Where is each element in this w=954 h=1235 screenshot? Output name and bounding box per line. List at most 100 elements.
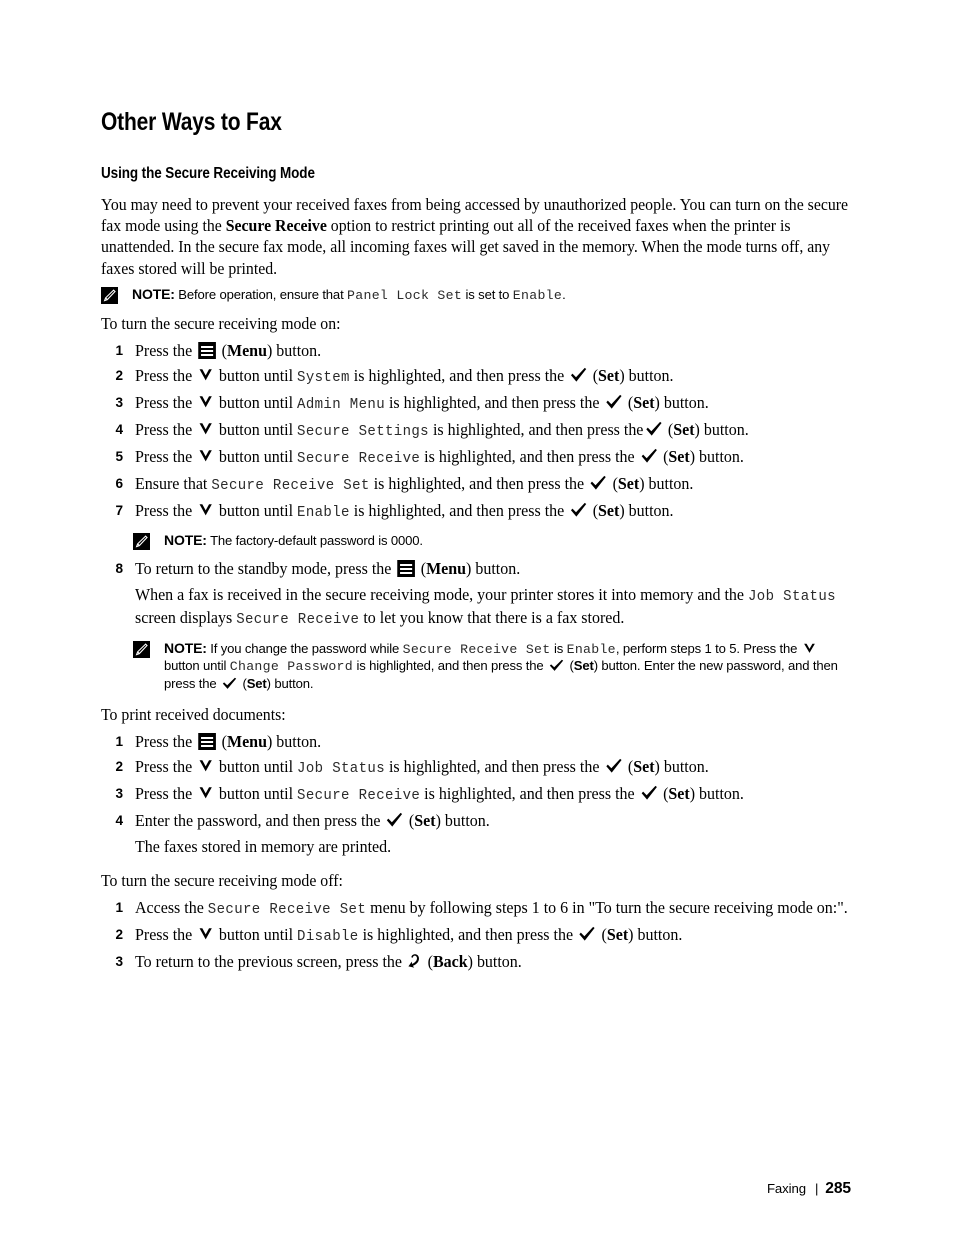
step-text-mid: ( bbox=[217, 732, 227, 752]
step-text-pre: Press the bbox=[135, 732, 197, 752]
followup-text-2: screen displays bbox=[135, 608, 237, 628]
footer-chapter-name: Faxing bbox=[766, 1181, 806, 1196]
step-text-post: ) button. bbox=[619, 501, 674, 521]
ui-string: Secure Receive Set bbox=[211, 476, 370, 495]
down-arrow-icon bbox=[198, 926, 213, 942]
step-item: 4 Enter the password, and then press the… bbox=[101, 808, 849, 858]
step-text-mid3: ( bbox=[623, 757, 634, 777]
steps-print-received: 1 Press the (Menu) button. 2 Press the b… bbox=[101, 729, 849, 858]
button-label: Set bbox=[668, 784, 690, 804]
step-text-mid2: is highlighted, and then press the bbox=[428, 420, 644, 440]
note-text-3: . bbox=[562, 286, 566, 302]
step-number: 1 bbox=[115, 900, 123, 916]
button-label: Set bbox=[598, 366, 620, 386]
step-text-pre: Enter the password, and then press the bbox=[135, 811, 385, 831]
note-factory-password-body: NOTE: The factory-default password is 00… bbox=[164, 532, 423, 549]
note-text-2: is bbox=[550, 641, 567, 657]
button-label: Set bbox=[598, 501, 620, 521]
step-text-mid: button until bbox=[214, 784, 298, 804]
step-text-mid3: ( bbox=[588, 501, 599, 521]
down-arrow-icon bbox=[198, 785, 213, 801]
step-text-mid3: ( bbox=[608, 474, 618, 494]
step-item: 3 Press the button until Secure Receive … bbox=[101, 781, 849, 808]
lead-in-print-received: To print received documents: bbox=[101, 705, 286, 725]
check-icon bbox=[222, 677, 237, 690]
down-arrow-icon bbox=[803, 642, 816, 655]
step-text-mid3: ( bbox=[659, 784, 669, 804]
ui-string: System bbox=[297, 368, 350, 387]
button-label: Set bbox=[606, 925, 629, 945]
note-factory-password: NOTE: The factory-default password is 00… bbox=[133, 532, 849, 551]
footer-separator: | bbox=[814, 1181, 819, 1196]
step-number: 2 bbox=[115, 927, 123, 943]
note-text-1: Before operation, ensure that bbox=[174, 286, 348, 302]
menu-icon bbox=[198, 733, 216, 751]
intro-bold-term: Secure Receive bbox=[225, 216, 327, 236]
followup-text-3: to let you know that there is a fax stor… bbox=[359, 608, 625, 628]
note-panel-lock: NOTE: Before operation, ensure that Pane… bbox=[101, 286, 849, 304]
step-text-post: ) button. bbox=[619, 366, 674, 386]
step-item: 2 Press the button until Disable is high… bbox=[101, 922, 849, 949]
ui-string: Secure Receive bbox=[297, 449, 421, 468]
step-item: 2 Press the button until System is highl… bbox=[101, 363, 849, 390]
step-text: Ensure that Secure Receive Set is highli… bbox=[135, 471, 849, 498]
step-number: 1 bbox=[115, 734, 123, 750]
button-label: Menu bbox=[426, 558, 467, 578]
note-pencil-icon bbox=[101, 286, 118, 304]
page-title: Other Ways to Fax bbox=[101, 108, 282, 136]
step-text-post: ) button. bbox=[654, 757, 709, 777]
step-text-pre: Press the bbox=[135, 784, 197, 804]
note-text-9: ) button. bbox=[266, 675, 314, 691]
down-arrow-icon bbox=[198, 758, 213, 774]
step-text-mid: button until bbox=[214, 420, 298, 440]
step-text: Press the button until System is highlig… bbox=[135, 363, 849, 390]
step-text-post: ) button. bbox=[266, 732, 322, 752]
ui-string-secure-receive: Secure Receive bbox=[236, 610, 360, 629]
step-text-pre: Press the bbox=[135, 447, 197, 467]
button-label: Set bbox=[633, 393, 655, 413]
step-text: Press the button until Secure Receive is… bbox=[135, 781, 849, 808]
step-text-mid: ( bbox=[416, 558, 427, 578]
step-text-pre: Press the bbox=[135, 757, 197, 777]
step-text-mid: button until bbox=[214, 393, 298, 413]
steps-turn-on-continued: 8 To return to the standby mode, press t… bbox=[101, 556, 849, 631]
note-pencil-icon bbox=[133, 533, 150, 551]
button-label: Set bbox=[668, 447, 690, 467]
ui-string-enable: Enable bbox=[512, 287, 563, 303]
button-label: Set bbox=[633, 757, 655, 777]
note-label: NOTE: bbox=[164, 640, 207, 657]
button-label: Set bbox=[414, 811, 436, 831]
note-text-2: is set to bbox=[462, 286, 513, 302]
step-text: To return to the previous screen, press … bbox=[135, 949, 849, 974]
ui-string: Secure Settings bbox=[297, 422, 429, 441]
button-label: Set bbox=[573, 658, 594, 674]
lead-in-turn-on: To turn the secure receiving mode on: bbox=[101, 314, 341, 334]
button-label: Back bbox=[432, 952, 468, 972]
step-item: 1 Access the Secure Receive Set menu by … bbox=[101, 895, 849, 922]
button-label: Menu bbox=[226, 341, 267, 361]
step-text-pre: Press the bbox=[135, 925, 197, 945]
step-item: 5 Press the button until Secure Receive … bbox=[101, 444, 849, 471]
down-arrow-icon bbox=[198, 394, 213, 410]
page-footer: Faxing | 285 bbox=[767, 1180, 851, 1198]
check-icon bbox=[605, 758, 622, 774]
ui-string-job-status: Job Status bbox=[747, 586, 836, 605]
note-change-password: NOTE: If you change the password while S… bbox=[133, 640, 849, 692]
check-icon bbox=[640, 785, 657, 801]
check-icon bbox=[549, 659, 564, 672]
ui-string-secure-receive-set: Secure Receive Set bbox=[207, 900, 367, 919]
down-arrow-icon bbox=[198, 448, 213, 464]
step-number: 1 bbox=[115, 343, 123, 359]
step-text-mid: ( bbox=[217, 341, 227, 361]
steps-turn-off: 1 Access the Secure Receive Set menu by … bbox=[101, 895, 849, 974]
step-text-mid2: is highlighted, and then press the bbox=[369, 474, 589, 494]
step-number: 6 bbox=[115, 476, 123, 492]
step-number: 4 bbox=[115, 422, 123, 438]
step-text-post: ) button. bbox=[694, 420, 749, 440]
intro-paragraph: You may need to prevent your received fa… bbox=[101, 194, 849, 279]
note-text-1: The factory-default password is 0000. bbox=[206, 533, 423, 549]
step-text-mid2: is highlighted, and then press the bbox=[349, 366, 569, 386]
note-change-password-body: NOTE: If you change the password while S… bbox=[164, 640, 838, 691]
step-text-mid3: ( bbox=[659, 447, 669, 467]
down-arrow-icon bbox=[198, 421, 213, 437]
